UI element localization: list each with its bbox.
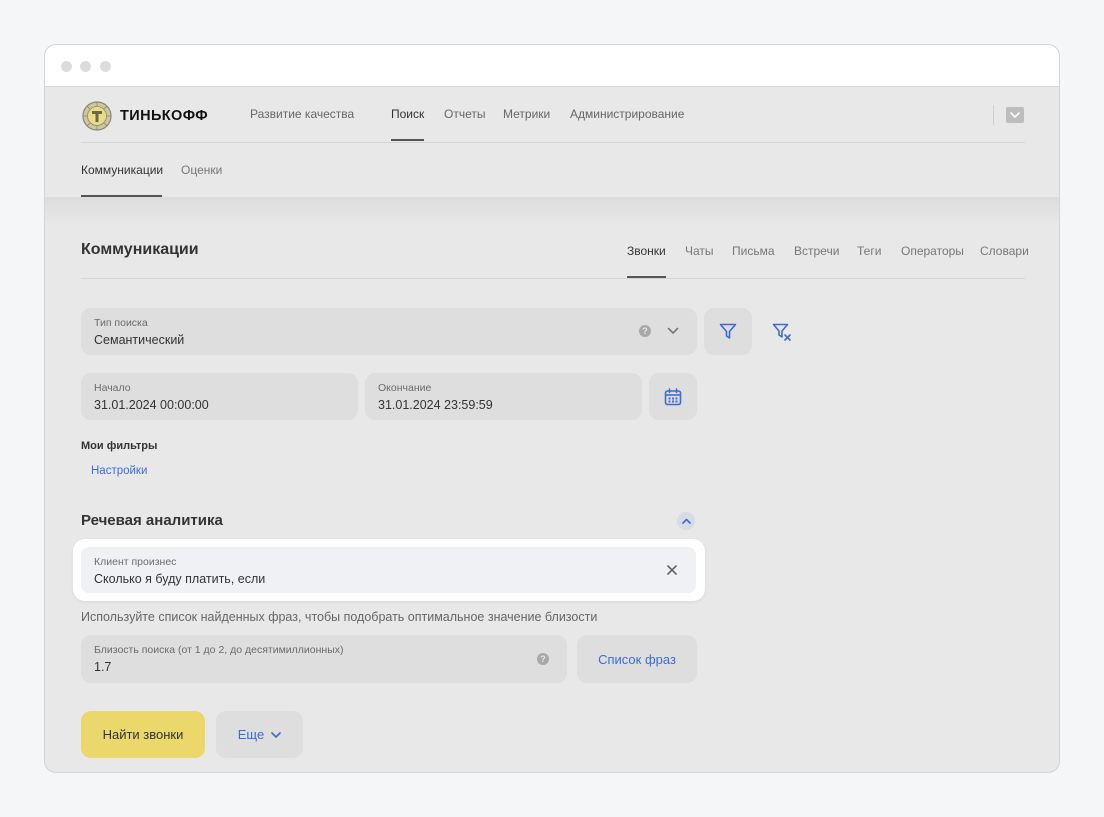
topnav-active-indicator (391, 139, 424, 141)
proximity-hint: Используйте список найденных фраз, чтобы… (81, 610, 598, 624)
phrase-list-button[interactable]: Список фраз (577, 635, 697, 683)
my-filters-title: Мои фильтры (81, 440, 158, 452)
tab-dictionaries[interactable]: Словари (980, 244, 1029, 258)
topnav-item-quality[interactable]: Развитие качества (250, 107, 354, 121)
header-separator (81, 142, 1025, 143)
topnav-item-admin[interactable]: Администрирование (570, 107, 684, 121)
tab-tags[interactable]: Теги (857, 244, 881, 258)
tab-meetings[interactable]: Встречи (794, 244, 839, 258)
more-button-label: Еще (237, 727, 265, 742)
search-type-select[interactable]: Тип поиска Семантический ? (81, 308, 697, 355)
filter-clear-icon (772, 323, 791, 341)
phrase-highlight-card: Клиент произнес Сколько я буду платить, … (73, 539, 705, 601)
header-shadow (45, 197, 1059, 227)
topnav-item-search[interactable]: Поиск (391, 107, 424, 121)
filter-icon (719, 323, 737, 339)
more-button[interactable]: Еще (216, 711, 303, 758)
tab-calls[interactable]: Звонки (627, 244, 666, 258)
proximity-label: Близость поиска (от 1 до 2, до десятимил… (94, 644, 344, 656)
tinkoff-emblem-icon (82, 101, 112, 131)
logo-text: ТИНЬКОФФ (120, 108, 209, 124)
chevron-up-icon (681, 518, 691, 524)
window-close-dot[interactable] (61, 61, 72, 72)
end-date-field[interactable]: Окончание 31.01.2024 23:59:59 (365, 373, 642, 420)
collapse-section-button[interactable] (677, 512, 695, 530)
tabs-separator (81, 278, 1025, 279)
tab-letters[interactable]: Письма (732, 244, 775, 258)
subnav-item-communications[interactable]: Коммуникации (81, 163, 163, 177)
calendar-button[interactable] (649, 373, 697, 420)
browser-window: ТИНЬКОФФ Развитие качества Поиск Отчеты … (44, 44, 1060, 773)
topnav-item-metrics[interactable]: Метрики (503, 107, 550, 121)
subnav-item-ratings[interactable]: Оценки (181, 163, 222, 177)
speech-analytics-title: Речевая аналитика (81, 512, 223, 529)
tab-chats[interactable]: Чаты (685, 244, 714, 258)
find-calls-button[interactable]: Найти звонки (81, 711, 205, 758)
logo[interactable]: ТИНЬКОФФ (81, 101, 208, 131)
tab-operators[interactable]: Операторы (901, 244, 964, 258)
window-minimize-dot[interactable] (80, 61, 91, 72)
user-menu-button[interactable] (1006, 107, 1024, 123)
help-icon[interactable]: ? (639, 325, 651, 337)
window-titlebar (45, 45, 1059, 87)
calendar-icon (664, 387, 682, 405)
proximity-value: 1.7 (94, 660, 112, 674)
end-date-label: Окончание (378, 382, 432, 394)
page-title: Коммуникации (81, 241, 199, 258)
chevron-down-icon (1010, 112, 1020, 118)
clear-filter-button[interactable] (758, 308, 806, 355)
client-phrase-input[interactable]: Клиент произнес Сколько я буду платить, … (81, 547, 696, 593)
end-date-value: 31.01.2024 23:59:59 (378, 398, 493, 412)
chevron-down-icon[interactable] (667, 327, 679, 335)
help-icon[interactable]: ? (537, 653, 549, 665)
start-date-field[interactable]: Начало 31.01.2024 00:00:00 (81, 373, 358, 420)
client-phrase-value: Сколько я буду платить, если (94, 572, 266, 586)
filter-button[interactable] (704, 308, 752, 355)
search-type-value: Семантический (94, 333, 185, 347)
search-type-label: Тип поиска (94, 317, 148, 329)
topnav-item-reports[interactable]: Отчеты (444, 107, 485, 121)
start-date-value: 31.01.2024 00:00:00 (94, 398, 209, 412)
start-date-label: Начало (94, 382, 131, 394)
client-phrase-label: Клиент произнес (94, 556, 177, 568)
filters-settings-link[interactable]: Настройки (91, 465, 147, 477)
chevron-down-icon (271, 731, 282, 738)
header-divider (993, 105, 994, 125)
window-maximize-dot[interactable] (100, 61, 111, 72)
proximity-input[interactable]: Близость поиска (от 1 до 2, до десятимил… (81, 635, 567, 683)
close-icon[interactable] (667, 565, 677, 575)
app-header: ТИНЬКОФФ Развитие качества Поиск Отчеты … (45, 87, 1059, 197)
